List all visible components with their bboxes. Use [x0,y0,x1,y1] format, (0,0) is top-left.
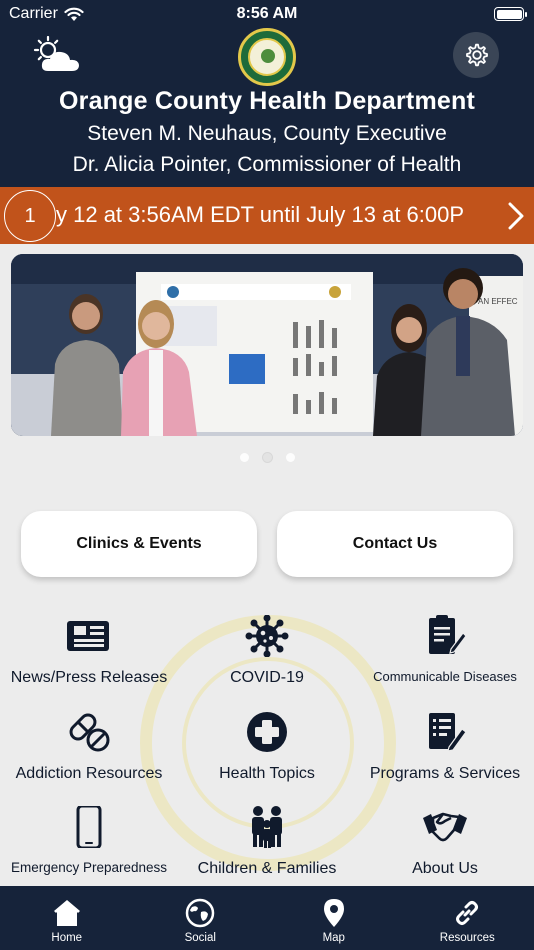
photo-carousel[interactable]: AN EFFEC [11,254,523,436]
pills-icon [69,713,110,752]
communicable-diseases-tile[interactable]: Communicable Diseases [356,615,534,684]
communicable-label: Communicable Diseases [373,669,517,684]
virus-icon [245,615,289,657]
family-icon [252,806,282,848]
carousel-page-indicator[interactable] [0,453,534,462]
covid-label: COVID-19 [230,669,304,686]
app-title: Orange County Health Department [59,87,475,115]
bottom-tab-bar: Home Social Map Resources [0,886,534,950]
children-label: Children & Families [197,860,337,877]
addiction-resources-tile[interactable]: Addiction Resources [0,711,178,783]
tab-social[interactable]: Social [134,886,268,950]
alert-banner[interactable]: y 12 at 3:56AM EDT until July 13 at 6:00… [0,187,534,244]
children-families-tile[interactable]: Children & Families [178,806,356,878]
partly-cloudy-icon[interactable] [32,36,84,74]
tab-social-label: Social [184,932,216,944]
emergency-preparedness-tile[interactable]: Emergency Preparedness [0,806,178,875]
tab-map-label: Map [322,932,345,944]
page-dot[interactable] [285,453,295,462]
page-dot-active[interactable] [262,453,272,462]
alert-count-badge: 1 [4,190,56,242]
tab-resources[interactable]: Resources [401,886,534,950]
map-pin-icon [323,899,344,927]
county-executive-line: Steven M. Neuhaus, County Executive [87,122,447,145]
tab-home-label: Home [51,932,83,944]
handshake-icon [423,812,467,842]
alert-text: y 12 at 3:56AM EDT until July 13 at 6:00… [56,202,465,227]
mobile-phone-icon [76,806,102,848]
contact-us-button[interactable]: Contact Us [277,511,513,577]
addiction-label: Addiction Resources [15,765,163,782]
globe-icon [186,898,215,928]
side-poster-text: AN EFFEC [478,297,518,306]
gear-icon [466,43,488,67]
county-seal-logo [238,28,296,86]
status-time: 8:56 AM [236,5,298,22]
commissioner-line: Dr. Alicia Pointer, Commissioner of Heal… [72,153,462,176]
programs-label: Programs & Services [369,765,521,782]
clinics-events-button[interactable]: Clinics & Events [21,511,257,577]
tab-home[interactable]: Home [0,886,134,950]
news-label: News/Press Releases [10,669,168,686]
carousel-photo: AN EFFEC [11,254,523,436]
link-icon [456,901,479,925]
page-dot[interactable] [239,453,249,462]
medical-cross-icon [247,712,287,752]
chevron-right-icon[interactable] [504,201,528,231]
battery-icon [494,7,527,21]
about-label: About Us [412,860,478,877]
tab-resources-label: Resources [439,932,495,944]
health-topics-tile[interactable]: Health Topics [178,711,356,783]
app-header: Carrier 8:56 AM Orange County Health Dep… [0,0,534,187]
settings-button[interactable] [453,32,499,78]
document-list-icon [429,713,467,752]
tab-map[interactable]: Map [267,886,401,950]
home-icon [53,900,80,926]
status-bar: Carrier 8:56 AM [0,0,534,28]
covid-19-tile[interactable]: COVID-19 [178,615,356,687]
news-press-releases-tile[interactable]: News/Press Releases [0,615,178,687]
clipboard-edit-icon [429,615,467,654]
health-topics-label: Health Topics [219,765,315,782]
newspaper-icon [67,621,109,651]
programs-services-tile[interactable]: Programs & Services [356,711,534,783]
emergency-label: Emergency Preparedness [10,860,168,875]
about-us-tile[interactable]: About Us [356,806,534,878]
